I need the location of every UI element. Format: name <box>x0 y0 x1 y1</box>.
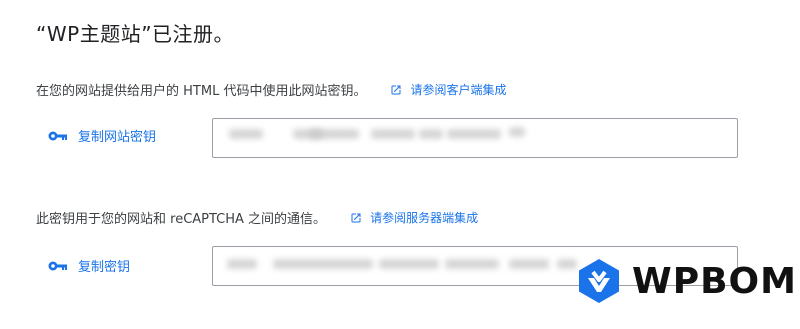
copy-secret-key-button[interactable]: 复制密钥 <box>48 256 130 275</box>
copy-secret-key-label: 复制密钥 <box>78 260 131 275</box>
site-key-description: 在您的网站提供给用户的 HTML 代码中使用此网站密钥。 <box>36 84 367 99</box>
copy-site-key-button[interactable]: 复制网站密钥 <box>48 126 156 145</box>
client-integration-label: 请参阅客户端集成 <box>410 83 507 97</box>
key-icon <box>48 261 67 270</box>
site-key-section: 在您的网站提供给用户的 HTML 代码中使用此网站密钥。 请参阅客户端集成 <box>36 80 506 99</box>
secret-key-section: 此密钥用于您的网站和 reCAPTCHA 之间的通信。 请参阅服务器端集成 <box>36 208 478 227</box>
wpbom-logo-icon <box>579 259 619 303</box>
secret-key-description: 此密钥用于您的网站和 reCAPTCHA 之间的通信。 <box>36 212 327 227</box>
site-key-field[interactable] <box>212 118 738 158</box>
open-in-new-icon <box>391 85 401 94</box>
server-integration-label: 请参阅服务器端集成 <box>370 211 479 225</box>
wpbom-logo: WPBOM <box>576 258 797 304</box>
server-integration-link[interactable]: 请参阅服务器端集成 <box>350 209 478 226</box>
copy-site-key-label: 复制网站密钥 <box>78 130 157 145</box>
client-integration-link[interactable]: 请参阅客户端集成 <box>390 81 506 98</box>
open-in-new-icon <box>351 213 361 222</box>
key-icon <box>48 131 67 140</box>
wpbom-logo-text: WPBOM <box>632 260 797 302</box>
page-title: “WP主题站”已注册。 <box>36 22 235 46</box>
